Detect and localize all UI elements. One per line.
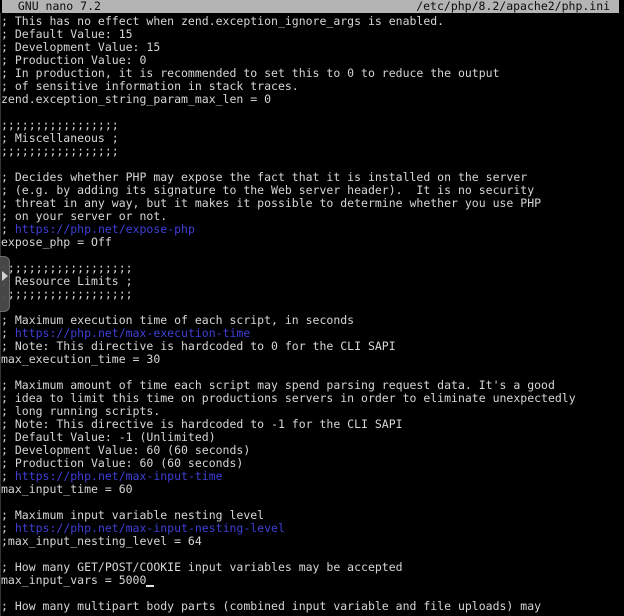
line-text: ; In production, it is recommended to se… (1, 67, 500, 80)
editor-line: ; Note: This directive is hardcoded to 0… (1, 340, 624, 353)
editor-line: ; (e.g. by adding its signature to the W… (1, 184, 624, 197)
editor-line: expose_php = Off (1, 236, 624, 249)
editor-line: ;;;;;;;;;;;;;;;;;;; (1, 262, 624, 275)
line-text: ; (1, 327, 15, 340)
vnc-control-bar-handle[interactable] (0, 256, 10, 312)
editor-line: ; In production, it is recommended to se… (1, 67, 624, 80)
line-text: ; Default Value: -1 (Unlimited) (1, 431, 216, 444)
editor-line (1, 249, 624, 262)
line-text: ;;;;;;;;;;;;;;;;;;; (1, 262, 133, 275)
line-text: ; (1, 470, 15, 483)
line-text: ; Maximum input variable nesting level (1, 509, 264, 522)
line-text: ; How many GET/POST/COOKIE input variabl… (1, 561, 403, 574)
line-text: ; idea to limit this time on productions… (1, 392, 576, 405)
editor-line: ; Development Value: 60 (60 seconds) (1, 444, 624, 457)
editor-line: ;max_input_nesting_level = 64 (1, 535, 624, 548)
line-text: max_execution_time = 30 (1, 353, 160, 366)
line-text: ; threat in any way, but it makes it pos… (1, 197, 541, 210)
editor-line: ; Default Value: 15 (1, 28, 624, 41)
chevron-right-icon (2, 271, 8, 281)
line-text: ; Development Value: 60 (60 seconds) (1, 444, 250, 457)
file-path-label: /etc/php/8.2/apache2/php.ini (416, 0, 617, 13)
editor-line: ; How many GET/POST/COOKIE input variabl… (1, 561, 624, 574)
editor-line: ; Resource Limits ; (1, 275, 624, 288)
editor-line: ; on your server or not. (1, 210, 624, 223)
line-text: expose_php = Off (1, 236, 112, 249)
line-text: ;;;;;;;;;;;;;;;;; (1, 145, 119, 158)
editor-line: ; Production Value: 0 (1, 54, 624, 67)
nano-titlebar: GNU nano 7.2 /etc/php/8.2/apache2/php.in… (2, 0, 619, 13)
line-text: ; long running scripts. (1, 405, 160, 418)
editor-line: ; Note: This directive is hardcoded to -… (1, 418, 624, 431)
editor-line: max_input_vars = 5000 (1, 574, 624, 587)
editor-line: ;;;;;;;;;;;;;;;;; (1, 119, 624, 132)
line-text: ; Note: This directive is hardcoded to 0… (1, 340, 396, 353)
editor-line: ; https://php.net/max-execution-time (1, 327, 624, 340)
line-text: ; Maximum execution time of each script,… (1, 314, 354, 327)
line-text: ; Miscellaneous ; (1, 132, 119, 145)
line-text: ; Production Value: 60 (60 seconds) (1, 457, 243, 470)
line-text: ; (1, 223, 15, 236)
line-text: ;;;;;;;;;;;;;;;;; (1, 119, 119, 132)
line-text: ; (e.g. by adding its signature to the W… (1, 184, 534, 197)
editor-line (1, 106, 624, 119)
editor-line: zend.exception_string_param_max_len = 0 (1, 93, 624, 106)
url-text: https://php.net/max-execution-time (15, 327, 250, 340)
editor-lines: ; This has no effect when zend.exception… (1, 13, 624, 613)
nano-version-label: GNU nano 7.2 (4, 0, 101, 13)
editor-line: ; https://php.net/expose-php (1, 223, 624, 236)
editor-line (1, 366, 624, 379)
editor-line (1, 587, 624, 600)
line-text: ; Development Value: 15 (1, 41, 160, 54)
line-text: ; Production Value: 0 (1, 54, 146, 67)
editor-line: ; threat in any way, but it makes it pos… (1, 197, 624, 210)
editor-line: ; https://php.net/max-input-nesting-leve… (1, 522, 624, 535)
line-text: zend.exception_string_param_max_len = 0 (1, 93, 271, 106)
editor-line: ; How many multipart body parts (combine… (1, 600, 624, 613)
line-text: ; (1, 522, 15, 535)
editor-line: ; Maximum amount of time each script may… (1, 379, 624, 392)
line-text: ; This has no effect when zend.exception… (1, 15, 444, 28)
editor-line (1, 548, 624, 561)
line-text: ; Decides whether PHP may expose the fac… (1, 171, 527, 184)
line-text: ; Note: This directive is hardcoded to -… (1, 418, 403, 431)
editor-line: ; Maximum input variable nesting level (1, 509, 624, 522)
editor-line: ; Maximum execution time of each script,… (1, 314, 624, 327)
editor-line: max_execution_time = 30 (1, 353, 624, 366)
editor-line: ; Development Value: 15 (1, 41, 624, 54)
line-text: max_input_time = 60 (1, 483, 133, 496)
line-text: ; How many multipart body parts (combine… (1, 600, 541, 613)
editor-line: ;;;;;;;;;;;;;;;;;;; (1, 288, 624, 301)
editor-line (1, 496, 624, 509)
line-text: ;max_input_nesting_level = 64 (1, 535, 202, 548)
editor-line: ; This has no effect when zend.exception… (1, 15, 624, 28)
editor-line (1, 301, 624, 314)
editor-line: ; Production Value: 60 (60 seconds) (1, 457, 624, 470)
line-text: ; of sensitive information in stack trac… (1, 80, 299, 93)
line-text: ; Default Value: 15 (1, 28, 133, 41)
editor-line (1, 158, 624, 171)
line-text: ; Resource Limits ; (1, 275, 133, 288)
text-cursor (146, 574, 153, 587)
url-text: https://php.net/expose-php (15, 223, 195, 236)
terminal-screen: GNU nano 7.2 /etc/php/8.2/apache2/php.in… (0, 0, 624, 616)
editor-line: ;;;;;;;;;;;;;;;;; (1, 145, 624, 158)
editor-line: ; of sensitive information in stack trac… (1, 80, 624, 93)
editor-line: ; long running scripts. (1, 405, 624, 418)
editor-line: ; https://php.net/max-input-time (1, 470, 624, 483)
editor-line: ; Default Value: -1 (Unlimited) (1, 431, 624, 444)
url-text: https://php.net/max-input-time (15, 470, 223, 483)
line-text: ;;;;;;;;;;;;;;;;;;; (1, 288, 133, 301)
line-text: ; Maximum amount of time each script may… (1, 379, 555, 392)
url-text: https://php.net/max-input-nesting-level (15, 522, 285, 535)
line-text: ; on your server or not. (1, 210, 167, 223)
line-text: max_input_vars = 5000 (1, 574, 146, 587)
editor-line: ; Miscellaneous ; (1, 132, 624, 145)
editor-line: ; Decides whether PHP may expose the fac… (1, 171, 624, 184)
editor-line: ; idea to limit this time on productions… (1, 392, 624, 405)
editor-line: max_input_time = 60 (1, 483, 624, 496)
